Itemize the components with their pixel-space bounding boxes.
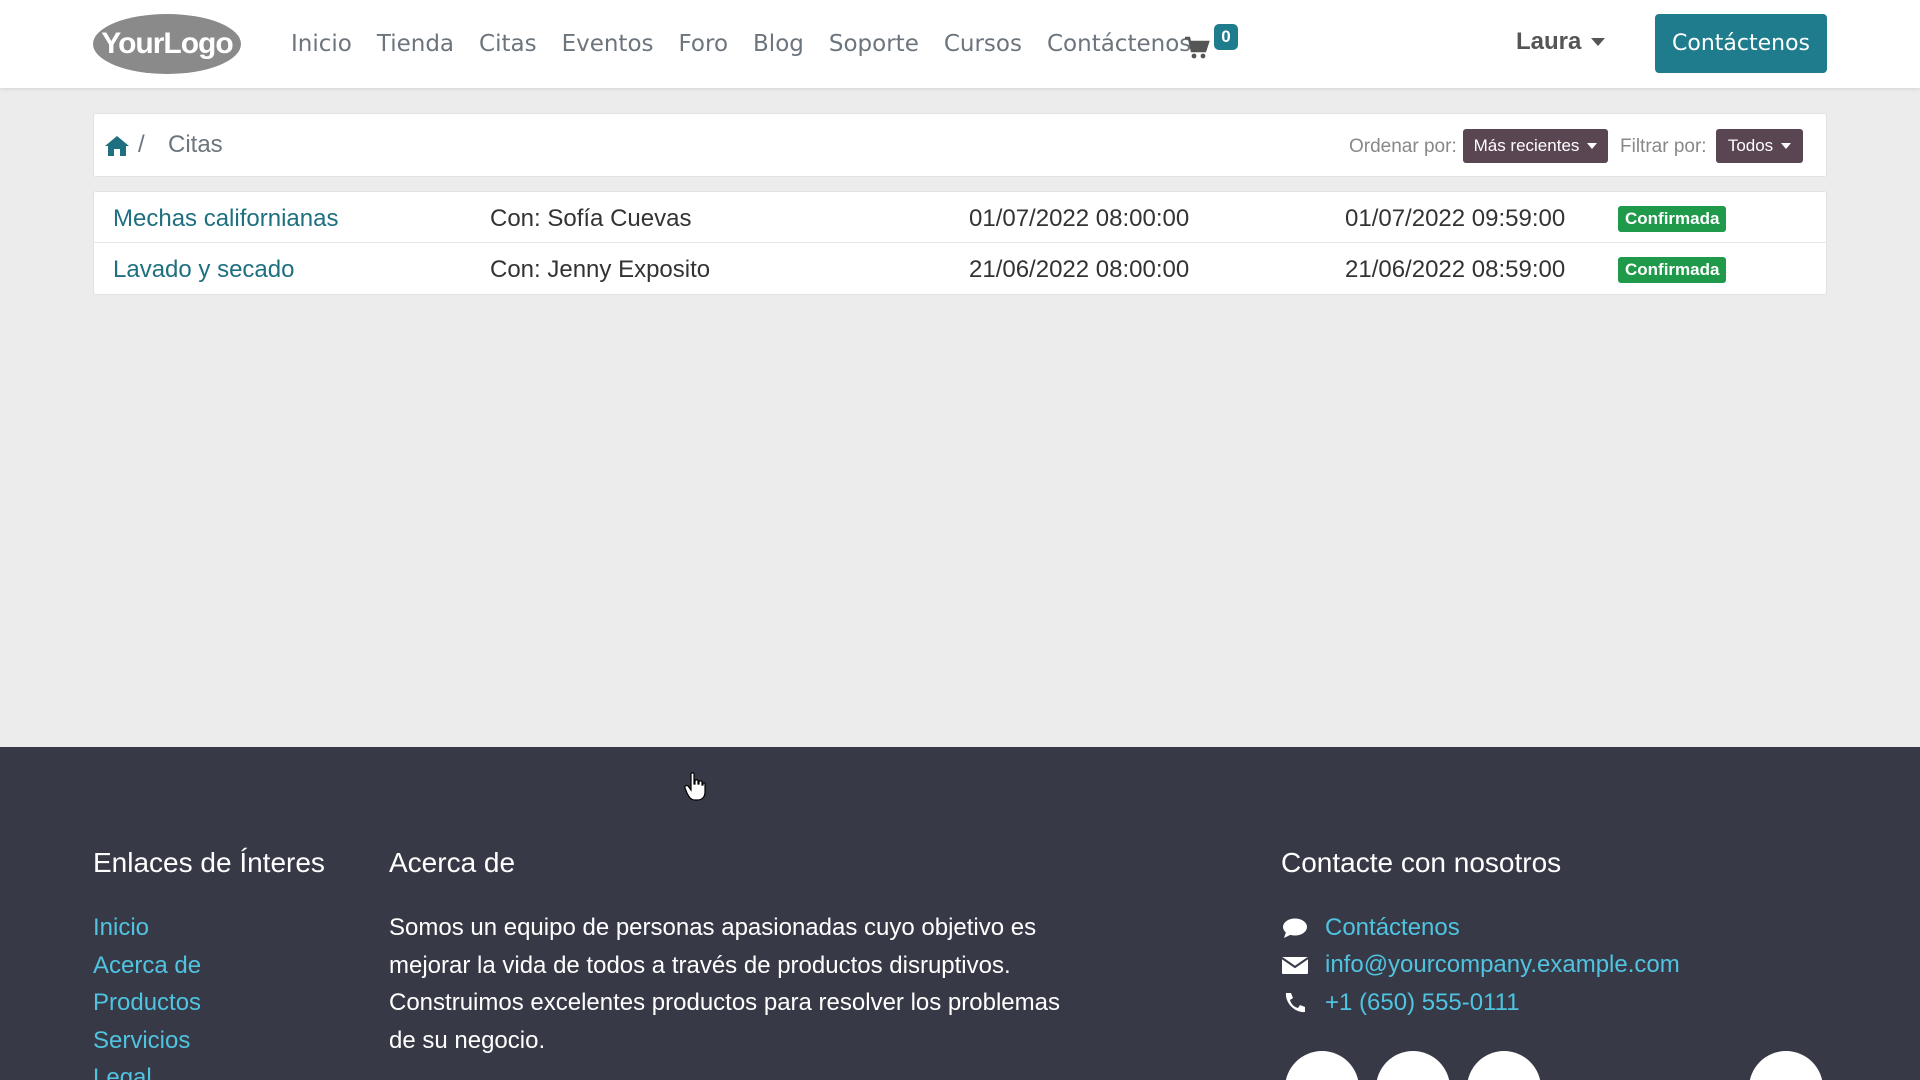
cart-count-badge: 0 — [1214, 24, 1238, 50]
user-name: Laura — [1516, 28, 1582, 55]
cart-icon — [1185, 36, 1210, 59]
twitter-button[interactable] — [1376, 1051, 1450, 1080]
home-icon[interactable] — [104, 134, 130, 158]
status-badge: Confirmada — [1618, 206, 1727, 232]
appointment-end: 21/06/2022 08:59:00 — [1345, 256, 1566, 283]
site-header: YourLogo Inicio Tienda Citas Eventos For… — [0, 0, 1920, 88]
user-menu[interactable]: Laura — [1516, 28, 1606, 56]
nav-item-foro[interactable]: Foro — [679, 31, 729, 57]
nav-item-citas[interactable]: Citas — [479, 31, 537, 57]
filter-value: Todos — [1727, 136, 1774, 155]
nav-item-blog[interactable]: Blog — [753, 31, 804, 57]
footer-link-acerca[interactable]: Acerca de — [93, 947, 201, 985]
list-item: Mechas californianas Con: Sofía Cuevas 0… — [94, 192, 1826, 243]
filter-dropdown[interactable]: Todos — [1716, 129, 1803, 163]
appointment-name-link[interactable]: Mechas californianas — [113, 205, 338, 233]
hand-cursor-icon — [684, 772, 706, 801]
footer-link-legal[interactable]: Legal — [93, 1059, 201, 1080]
contact-phone-link[interactable]: +1 (650) 555-0111 — [1325, 989, 1520, 1017]
status-badge: Confirmada — [1618, 257, 1727, 283]
appointment-name-link[interactable]: Lavado y secado — [113, 256, 294, 284]
appointment-start: 01/07/2022 08:00:00 — [969, 205, 1190, 232]
contact-item-phone: +1 (650) 555-0111 — [1281, 984, 1680, 1022]
chevron-down-icon — [1781, 143, 1792, 149]
sort-label: Ordenar por: — [1349, 136, 1457, 157]
envelope-icon — [1281, 957, 1309, 975]
contact-link[interactable]: Contáctenos — [1325, 914, 1460, 942]
your-logo[interactable]: YourLogo — [92, 12, 242, 76]
linkedin-button[interactable] — [1467, 1051, 1541, 1080]
nav-item-contactenos[interactable]: Contáctenos — [1047, 31, 1191, 57]
footer-about-text: Somos un equipo de personas apasionadas … — [389, 914, 1060, 1054]
chevron-down-icon — [1591, 38, 1606, 46]
footer-about-title: Acerca de — [389, 847, 516, 878]
contact-us-button[interactable]: Contáctenos — [1655, 14, 1827, 73]
footer-links: Inicio Acerca de Productos Servicios Leg… — [93, 909, 201, 1080]
appointment-staff: Con: Sofía Cuevas — [490, 205, 692, 232]
footer-contact-list: Contáctenos info@yourcompany.example.com… — [1281, 909, 1680, 1022]
appointments-list: Mechas californianas Con: Sofía Cuevas 0… — [93, 191, 1827, 295]
filter-label: Filtrar por: — [1620, 136, 1707, 157]
nav-item-eventos[interactable]: Eventos — [562, 31, 654, 57]
nav-item-cursos[interactable]: Cursos — [944, 31, 1022, 57]
appointment-start: 21/06/2022 08:00:00 — [969, 256, 1190, 283]
site-footer: Enlaces de Ínteres Inicio Acerca de Prod… — [0, 747, 1920, 1080]
main-nav: Inicio Tienda Citas Eventos Foro Blog So… — [291, 0, 1216, 88]
appointment-staff: Con: Jenny Exposito — [490, 256, 711, 283]
cart-button[interactable]: 0 — [1184, 24, 1240, 66]
sort-dropdown[interactable]: Más recientes — [1463, 129, 1608, 163]
chat-bubble-icon — [1283, 918, 1307, 938]
facebook-button[interactable] — [1285, 1051, 1359, 1080]
footer-link-inicio[interactable]: Inicio — [93, 909, 201, 947]
list-item: Lavado y secado Con: Jenny Exposito 21/0… — [94, 243, 1826, 294]
instagram-button[interactable] — [1749, 1051, 1823, 1080]
footer-link-productos[interactable]: Productos — [93, 984, 201, 1022]
nav-item-inicio[interactable]: Inicio — [291, 31, 352, 57]
nav-item-soporte[interactable]: Soporte — [829, 31, 919, 57]
footer-contact-title: Contacte con nosotros — [1281, 847, 1562, 878]
footer-link-servicios[interactable]: Servicios — [93, 1022, 201, 1060]
sort-value: Más recientes — [1473, 136, 1580, 155]
contact-item-form: Contáctenos — [1281, 909, 1680, 947]
breadcrumb-current: Citas — [168, 131, 223, 158]
chevron-down-icon — [1587, 143, 1598, 149]
breadcrumb-separator: / — [138, 131, 145, 158]
phone-icon — [1285, 992, 1305, 1012]
nav-item-tienda[interactable]: Tienda — [377, 31, 454, 57]
appointment-end: 01/07/2022 09:59:00 — [1345, 205, 1566, 232]
logo-text: YourLogo — [101, 27, 233, 60]
contact-item-email: info@yourcompany.example.com — [1281, 947, 1680, 985]
contact-email-link[interactable]: info@yourcompany.example.com — [1325, 951, 1680, 979]
footer-links-title: Enlaces de Ínteres — [93, 847, 325, 878]
breadcrumb-bar: / Citas Ordenar por: Más recientes Filtr… — [93, 113, 1827, 177]
